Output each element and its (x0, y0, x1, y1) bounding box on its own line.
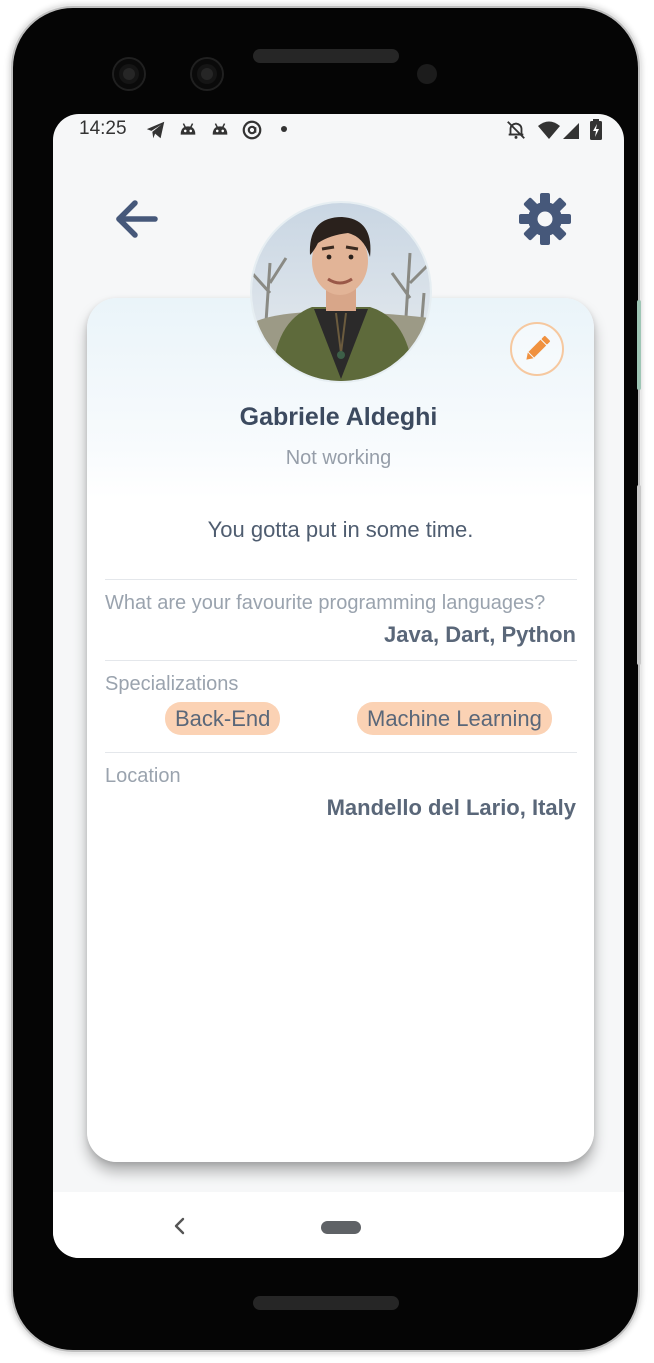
profile-name: Gabriele Aldeghi (239, 403, 438, 431)
edit-profile-button[interactable] (510, 322, 564, 376)
status-bar: 14:25 (53, 114, 624, 146)
status-time: 14:25 (79, 118, 127, 139)
profile-bio: You gotta put in some time. (207, 517, 474, 542)
dot-icon (281, 126, 287, 132)
settings-button[interactable] (518, 192, 572, 246)
divider (105, 579, 577, 580)
divider (105, 660, 577, 661)
power-button (637, 300, 641, 390)
phone-frame: 14:25 Gabriele Aldeghi Not working You g… (13, 8, 638, 1350)
proximity-sensor (417, 64, 437, 84)
languages-question-label: What are your favourite programming lang… (105, 592, 546, 614)
specialization-chip: Back-End (165, 702, 281, 735)
divider (105, 752, 577, 753)
system-nav-bar (53, 1192, 624, 1258)
bottom-speaker (253, 1296, 399, 1310)
gear-icon (519, 193, 571, 245)
languages-answer: Java, Dart, Python (384, 622, 576, 647)
pencil-icon (526, 335, 551, 360)
top-speaker (253, 49, 399, 63)
android-icon (180, 123, 196, 135)
location-value: Mandello del Lario, Italy (326, 795, 576, 820)
at-sign-icon (242, 120, 262, 140)
telegram-icon (146, 121, 165, 139)
arrow-left-icon (116, 200, 158, 238)
profile-avatar (252, 203, 430, 381)
profile-photo (252, 203, 430, 381)
location-label: Location (105, 765, 181, 787)
chevron-left-icon[interactable] (171, 1214, 189, 1238)
android-icon (212, 123, 228, 135)
home-pill-icon[interactable] (321, 1221, 361, 1234)
notifications-off-icon (507, 121, 525, 139)
signal-icon (563, 123, 579, 139)
back-button[interactable] (111, 196, 161, 242)
front-camera-left (114, 59, 144, 89)
volume-button (637, 485, 641, 665)
phone-screen: 14:25 Gabriele Aldeghi Not working You g… (53, 114, 624, 1258)
front-camera-right (192, 59, 222, 89)
specializations-label: Specializations (105, 673, 239, 695)
wifi-icon (538, 121, 560, 139)
battery-icon (590, 119, 602, 140)
profile-status: Not working (285, 447, 392, 469)
specialization-chip: Machine Learning (357, 702, 552, 735)
